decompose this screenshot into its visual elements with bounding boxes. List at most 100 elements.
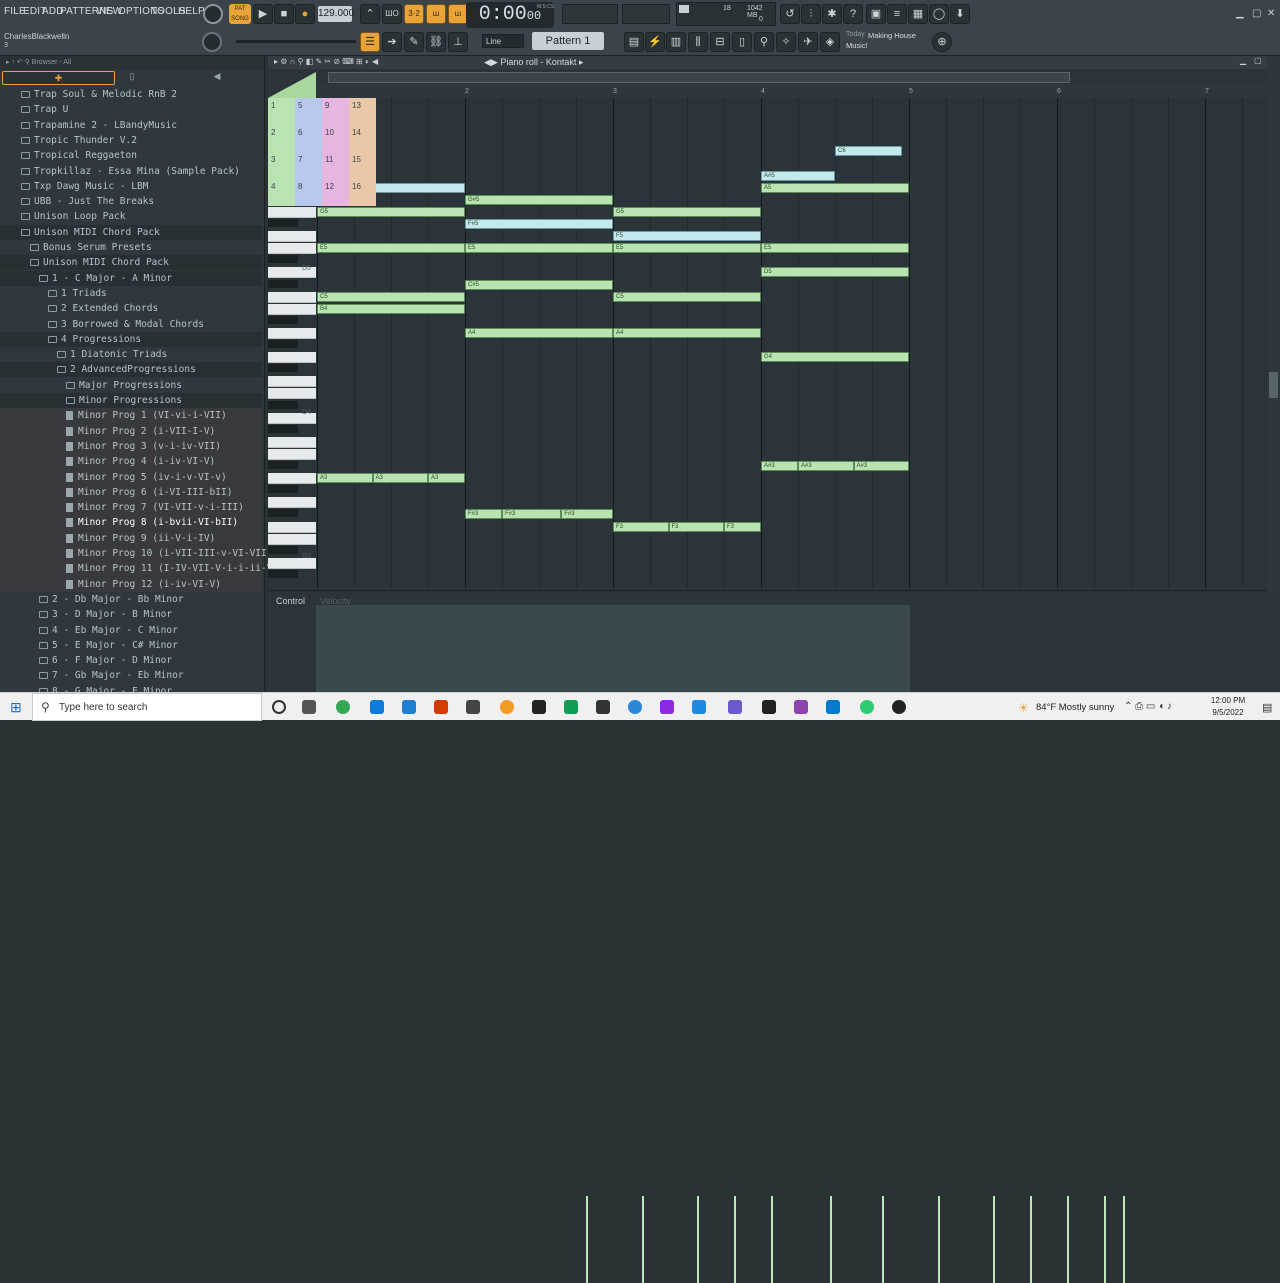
piano-key[interactable] xyxy=(268,521,316,533)
ableton-live-icon[interactable] xyxy=(596,700,610,714)
grid-cell[interactable]: 4 xyxy=(268,179,295,206)
piano-key[interactable] xyxy=(268,436,316,448)
tray-icons[interactable]: ⌃ ⎙ ▭ ◖ ♪ xyxy=(1124,701,1172,712)
clock-time[interactable]: 12:00 PM xyxy=(1204,696,1252,705)
close-icon[interactable]: ✕ xyxy=(1267,8,1275,19)
pencil-icon[interactable]: ✎ xyxy=(404,32,424,52)
midi-note[interactable]: A5 xyxy=(761,182,909,193)
browser-item[interactable]: Minor Prog 9 (ii-V-i-IV) xyxy=(0,530,262,546)
download-icon[interactable]: ⬇ xyxy=(950,4,970,24)
maximize-icon[interactable]: ▢ xyxy=(1252,8,1261,19)
browser-nav-icon[interactable]: ▸ ↑ ↶ ⚲ xyxy=(6,59,32,66)
mixer-button-icon[interactable]: ⫼ xyxy=(688,32,708,52)
piano-key[interactable] xyxy=(268,340,298,348)
browser-item[interactable]: 1 Triads xyxy=(0,286,262,301)
browser-item[interactable]: 4 Progressions xyxy=(0,331,262,347)
grid-cell[interactable]: 7 xyxy=(295,152,322,179)
velocity-bar[interactable] xyxy=(1030,1196,1032,1283)
browser-item[interactable]: 5 - E Major - C# Minor xyxy=(0,638,262,653)
midi-note[interactable]: C5 xyxy=(317,291,465,302)
grid-cell[interactable]: 15 xyxy=(349,152,376,179)
midi-note[interactable]: A#3 xyxy=(798,461,854,471)
grid-cell[interactable]: 13 xyxy=(349,98,376,125)
browser-item[interactable]: Tropic Thunder V.2 xyxy=(0,133,262,148)
midi-note[interactable]: C6 xyxy=(835,146,902,157)
midi-note[interactable]: G4 xyxy=(761,352,909,363)
step-edit-button[interactable]: ш xyxy=(426,4,446,24)
task-view-icon[interactable] xyxy=(302,700,316,714)
piano-key[interactable] xyxy=(268,219,298,227)
midi-note[interactable]: A#5 xyxy=(761,170,835,181)
channel-rack-button-icon[interactable]: ▥ xyxy=(666,32,686,52)
piano-key[interactable] xyxy=(268,303,316,315)
roll-minimize-icon[interactable]: ▁ xyxy=(1240,56,1246,65)
midi-note[interactable]: A#3 xyxy=(761,461,798,471)
midi-note[interactable]: A3 xyxy=(428,473,465,484)
browser-item[interactable]: Unison MIDI Chord Pack xyxy=(0,224,262,240)
snap-mode-select[interactable]: Line xyxy=(482,34,524,48)
piano-key[interactable] xyxy=(268,461,298,469)
grid-cell[interactable]: 12 xyxy=(322,179,349,206)
browser-item[interactable]: UBB - Just The Breaks xyxy=(0,194,262,209)
stop-button[interactable]: ■ xyxy=(274,4,294,24)
velocity-bar[interactable] xyxy=(771,1196,773,1283)
browser-item[interactable]: 2 - Db Major - Bb Minor xyxy=(0,592,262,607)
master-volume-knob[interactable] xyxy=(203,4,223,24)
velocity-bar[interactable] xyxy=(993,1196,995,1283)
chrome-icon[interactable] xyxy=(336,700,350,714)
playlist-icon[interactable]: ▤ xyxy=(624,32,644,52)
velocity-bar[interactable] xyxy=(1067,1196,1069,1283)
app-icon-1[interactable] xyxy=(532,700,546,714)
midi-note[interactable]: E5 xyxy=(317,243,465,254)
piano-key[interactable] xyxy=(268,424,298,433)
midi-note[interactable]: F3 xyxy=(724,521,761,532)
midi-note[interactable]: E5 xyxy=(465,243,613,254)
roll-maximize-icon[interactable]: ▢ xyxy=(1254,56,1262,65)
piano-roll-icon[interactable]: ⚡ xyxy=(645,32,665,52)
midi-note[interactable]: E5 xyxy=(613,243,761,254)
velocity-bar[interactable] xyxy=(937,1196,940,1283)
vscode-icon[interactable] xyxy=(826,700,840,714)
grid-cell[interactable]: 2 xyxy=(268,125,295,152)
browser-item[interactable]: Trap Soul & Melodic RnB 2 xyxy=(0,87,262,102)
browser-item[interactable]: 2 Extended Chords xyxy=(0,301,262,316)
piano-key[interactable] xyxy=(268,473,316,485)
tempo-display[interactable]: 129.000 xyxy=(318,6,354,22)
fl-studio-icon[interactable] xyxy=(500,700,514,714)
grid-cell[interactable]: 16 xyxy=(349,179,376,206)
app-icon-9[interactable] xyxy=(860,700,874,714)
velocity-bar[interactable] xyxy=(1122,1196,1125,1283)
midi-note[interactable]: E5 xyxy=(761,243,909,254)
browser-item[interactable]: Minor Prog 3 (v-i-iv-VII) xyxy=(0,438,262,454)
piano-key[interactable] xyxy=(268,400,298,409)
browser-item[interactable]: Tropical Reggaeton xyxy=(0,148,262,163)
browser-item[interactable]: Minor Prog 8 (i-bvii-VI-bII) xyxy=(0,515,262,531)
app-icon-7[interactable] xyxy=(762,700,776,714)
minimize-icon[interactable]: ▁ xyxy=(1236,8,1244,19)
app-icon-4[interactable] xyxy=(660,700,674,714)
grid-cell[interactable]: 1 xyxy=(268,98,295,125)
browser-tab-files-icon[interactable]: ▯ xyxy=(120,71,144,85)
midi-note[interactable]: F3 xyxy=(668,521,724,532)
stamp-icon[interactable]: ⊥ xyxy=(448,32,468,52)
piano-key[interactable] xyxy=(268,485,298,494)
browser-item[interactable]: 1 Diatonic Triads xyxy=(0,347,262,362)
undo-icon[interactable]: ↺ xyxy=(780,4,800,24)
browser-item[interactable]: 4 - Eb Major - C Minor xyxy=(0,623,262,638)
browser-item[interactable]: Minor Prog 1 (VI-vi-i-VII) xyxy=(0,408,262,424)
browser-item[interactable]: Minor Prog 6 (i-VI-III-bII) xyxy=(0,484,262,500)
master-pitch-knob[interactable] xyxy=(202,32,222,52)
velocity-lane[interactable] xyxy=(316,605,910,693)
browser-item[interactable]: Trapamine 2 - LBandyMusic xyxy=(0,118,262,133)
master-slider[interactable] xyxy=(236,40,356,43)
grid-cell[interactable]: 6 xyxy=(295,125,322,152)
velocity-bar[interactable] xyxy=(882,1196,884,1283)
grid-cell[interactable]: 10 xyxy=(322,125,349,152)
grid-cell[interactable]: 9 xyxy=(322,98,349,125)
dell-icon[interactable] xyxy=(466,700,480,714)
chord-grid-popup[interactable]: 1 2 3 4 5 6 7 8 9 10 11 12 13 14 15 16 xyxy=(268,98,376,206)
countdown-button[interactable]: 3·2 xyxy=(404,4,424,24)
browser-item[interactable]: 3 - D Major - B Minor xyxy=(0,607,262,622)
loop-record-button[interactable]: ш xyxy=(448,4,468,24)
piano-key[interactable] xyxy=(268,448,316,460)
